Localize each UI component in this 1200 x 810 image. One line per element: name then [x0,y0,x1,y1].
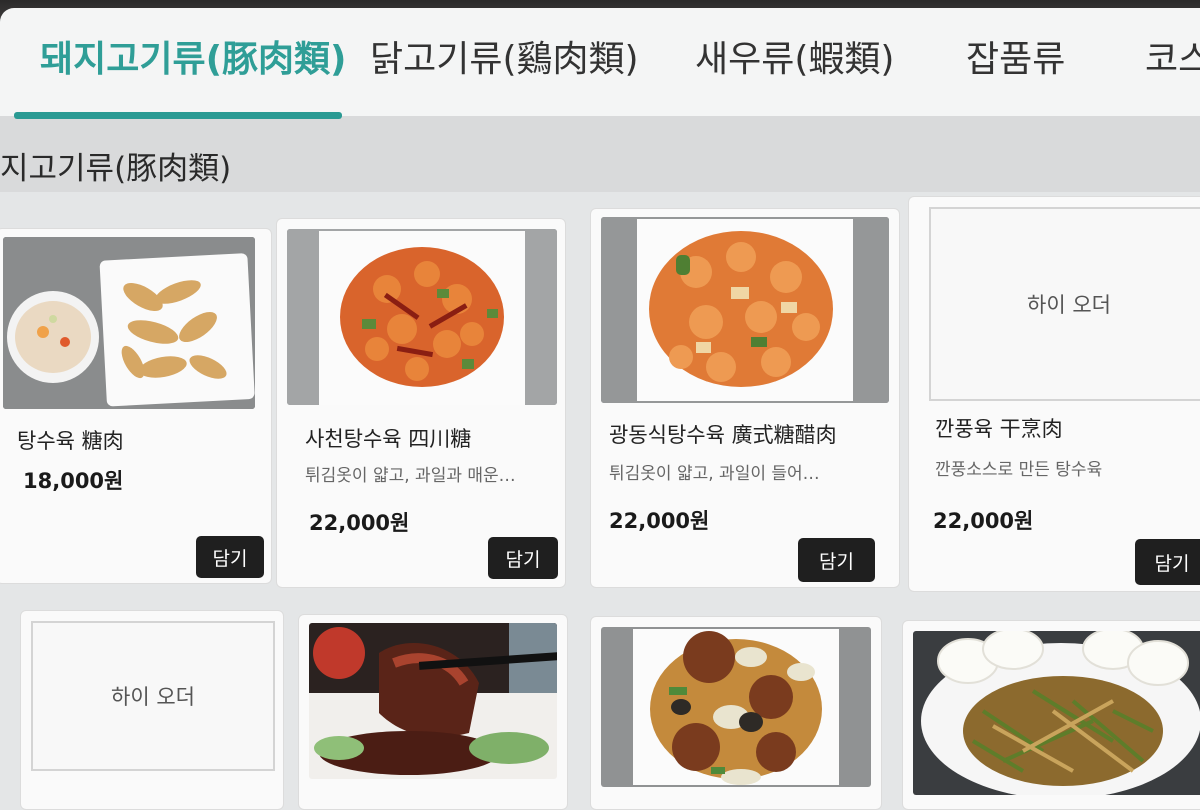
menu-item-name: 탕수육 糖肉 [17,429,124,453]
placeholder-label: 하이 오더 [111,685,195,709]
section-title: 지고기류(豚肉類) [0,151,232,187]
placeholder-label: 하이 오더 [1027,293,1111,317]
menu-item-image [3,237,255,409]
food-photo-tangsuyuk [3,237,255,409]
menu-card[interactable] [590,616,882,810]
food-photo-stir-fried-pork-strips-with-buns [913,631,1200,795]
menu-card[interactable] [902,620,1200,810]
menu-item-image [913,631,1200,795]
menu-item-description: 튀김옷이 얇고, 과일과 매운… [305,466,516,486]
tab-shrimp[interactable]: 새우류(蝦類) [695,26,894,86]
food-photo-sichuan-tangsuyuk [287,229,557,405]
menu-card-kkanpungyuk[interactable]: 하이 오더 깐풍육 干烹肉 깐풍소스로 만든 탕수육 22,000원 담기 [908,196,1200,592]
menu-card[interactable] [298,614,568,810]
add-to-cart-button[interactable]: 담기 [1135,539,1200,585]
add-to-cart-button[interactable]: 담기 [798,538,875,582]
tab-pork[interactable]: 돼지고기류(豚肉類) [40,26,347,86]
menu-card-cantonese-tangsuyuk[interactable]: 광동식탕수육 廣式糖醋肉 튀김옷이 얇고, 과일이 들어… 22,000원 담기 [590,208,900,588]
menu-item-image [601,217,889,403]
menu-card[interactable]: 하이 오더 [20,610,284,810]
tab-misc[interactable]: 잡품류 [966,26,1065,86]
tab-chicken[interactable]: 닭고기류(鷄肉類) [370,26,639,86]
menu-card-sichuan-tangsuyuk[interactable]: 사천탕수육 四川糖 튀김옷이 얇고, 과일과 매운… 22,000원 담기 [276,218,566,588]
menu-item-image [309,623,557,779]
tab-course[interactable]: 코스 [1145,26,1200,86]
food-photo-cantonese-tangsuyuk [601,217,889,403]
menu-item-name: 깐풍육 干烹肉 [935,417,1063,441]
menu-item-name: 광동식탕수육 廣式糖醋肉 [609,423,837,447]
menu-item-price: 18,000원 [23,469,124,493]
menu-card-tangsuyuk[interactable]: 탕수육 糖肉 18,000원 담기 [0,228,272,584]
food-photo-meatballs [601,627,871,787]
menu-item-price: 22,000원 [933,509,1034,533]
add-to-cart-button[interactable]: 담기 [196,536,264,578]
menu-item-price: 22,000원 [609,509,710,533]
menu-item-price: 22,000원 [309,511,410,535]
add-to-cart-button[interactable]: 담기 [488,537,558,579]
menu-item-image [601,627,871,787]
active-tab-indicator [14,112,342,119]
image-placeholder: 하이 오더 [929,207,1200,401]
menu-item-name: 사천탕수육 四川糖 [305,427,472,451]
food-photo-meat-with-chopsticks [309,623,557,779]
menu-item-description: 튀김옷이 얇고, 과일이 들어… [609,464,820,484]
menu-item-image [287,229,557,405]
image-placeholder: 하이 오더 [31,621,275,771]
category-tab-bar: 돼지고기류(豚肉類) 닭고기류(鷄肉類) 새우류(蝦類) 잡품류 코스 [0,8,1200,119]
menu-item-description: 깐풍소스로 만든 탕수육 [935,460,1103,480]
